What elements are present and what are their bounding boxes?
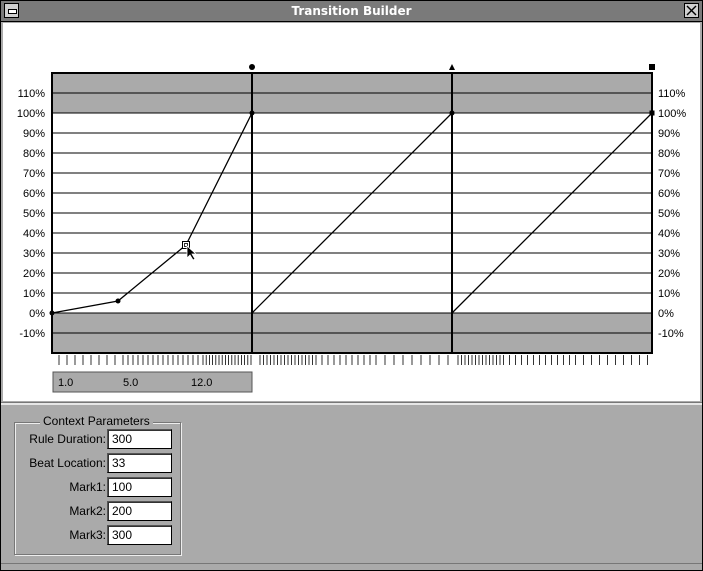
y-tick-label-right: 90% (658, 128, 680, 140)
y-tick-label-left: 10% (23, 288, 45, 300)
context-parameters-title: Context Parameters (40, 414, 153, 428)
y-tick-label-right: 110% (658, 88, 686, 100)
panel-separator (1, 402, 702, 405)
transition-graph-canvas[interactable]: 110% 110% 100% 100% 90% 90% 80% 80% 70% 70% 60% 60%… (3, 23, 700, 401)
close-icon (686, 5, 697, 16)
beat-location-row: Beat Location: (15, 453, 173, 473)
mark1-row: Mark1: (15, 477, 173, 497)
mark2-label: Mark2: (69, 504, 106, 518)
triangle-marker[interactable] (449, 64, 455, 70)
window-title: Transition Builder (291, 4, 412, 18)
square-marker[interactable] (649, 64, 655, 70)
y-tick-label-right: 0% (658, 308, 674, 320)
y-tick-label-right: 50% (658, 208, 680, 220)
y-tick-label-left: 90% (23, 128, 45, 140)
control-point[interactable] (115, 298, 121, 304)
y-tick-label-right: 80% (658, 148, 680, 160)
ruler-label: 1.0 (58, 377, 73, 389)
mark3-label: Mark3: (69, 528, 106, 542)
rule-duration-row: Rule Duration: (15, 429, 173, 449)
control-point[interactable] (649, 110, 655, 116)
mark1-label: Mark1: (69, 480, 106, 494)
time-ruler-bar[interactable] (52, 371, 253, 393)
y-tick-label-left: 60% (23, 188, 45, 200)
y-tick-label-left: 0% (29, 308, 45, 320)
y-tick-label-left: 80% (23, 148, 45, 160)
transition-graph[interactable]: 110% 110% 100% 100% 90% 90% 80% 80% 70% 70% 60% 60%… (3, 23, 700, 401)
mouse-pointer-icon (186, 245, 198, 261)
status-bar (1, 563, 702, 570)
y-tick-label-left: 40% (23, 228, 45, 240)
y-tick-label-right: -10% (658, 328, 684, 340)
y-tick-label-left: 20% (23, 268, 45, 280)
title-bar[interactable]: Transition Builder (1, 1, 702, 22)
mark2-field[interactable] (107, 501, 172, 521)
rule-duration-label: Rule Duration: (29, 432, 106, 446)
y-tick-label-left: -10% (19, 328, 45, 340)
beat-location-label: Beat Location: (29, 456, 106, 470)
y-tick-label-right: 40% (658, 228, 680, 240)
control-point[interactable] (249, 110, 255, 116)
ruler-label: 5.0 (123, 377, 138, 389)
mark2-row: Mark2: (15, 501, 173, 521)
y-tick-label-right: 100% (658, 108, 686, 120)
mark1-field[interactable] (107, 477, 172, 497)
y-tick-label-left: 50% (23, 208, 45, 220)
y-tick-label-left: 100% (17, 108, 45, 120)
control-point[interactable] (449, 110, 455, 116)
y-tick-label-right: 20% (658, 268, 680, 280)
y-tick-label-right: 10% (658, 288, 680, 300)
y-tick-label-right: 30% (658, 248, 680, 260)
close-button[interactable] (684, 3, 699, 18)
circle-marker[interactable] (249, 64, 255, 70)
y-tick-label-right: 60% (658, 188, 680, 200)
mark3-row: Mark3: (15, 525, 173, 545)
transition-builder-window: Transition Builder 110% 110% 100% 100% 90% 90… (0, 0, 703, 571)
y-tick-label-right: 70% (658, 168, 680, 180)
ruler-label: 12.0 (191, 377, 212, 389)
y-tick-label-left: 30% (23, 248, 45, 260)
mark3-field[interactable] (107, 525, 172, 545)
rule-duration-field[interactable] (107, 429, 172, 449)
y-tick-label-left: 110% (18, 88, 46, 100)
control-point[interactable] (49, 310, 55, 316)
beat-location-field[interactable] (107, 453, 172, 473)
y-tick-label-left: 70% (23, 168, 45, 180)
